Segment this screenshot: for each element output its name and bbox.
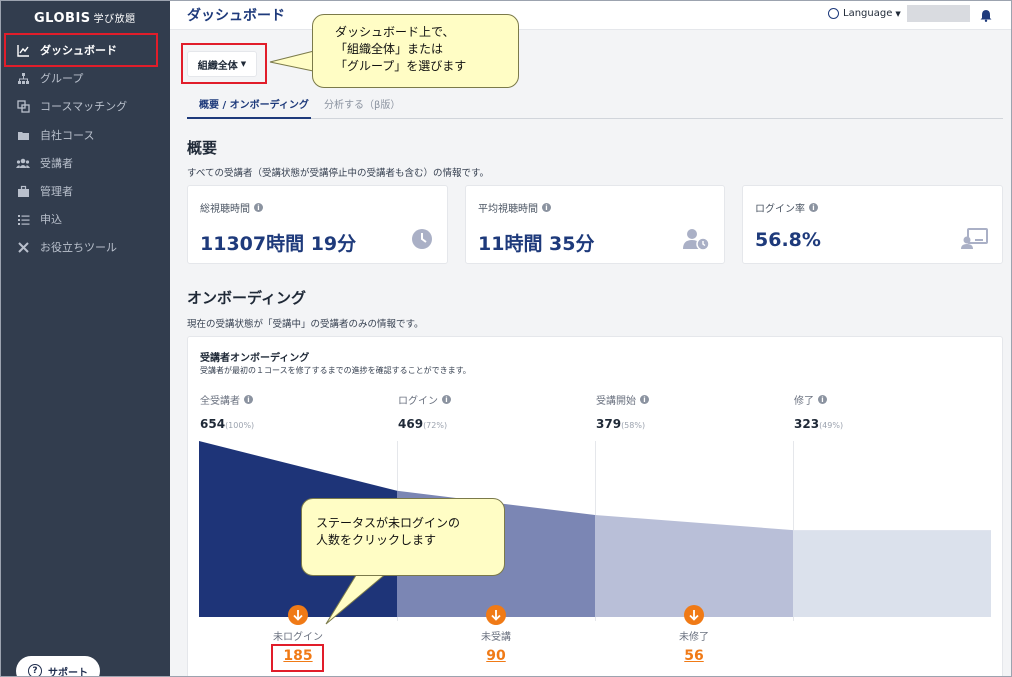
highlight-dashboard-nav: [4, 33, 158, 67]
info-icon[interactable]: i: [542, 203, 551, 212]
arrow-down-icon: [288, 605, 308, 625]
tab-analysis[interactable]: 分析する（β版）: [324, 96, 400, 119]
briefcase-icon: [16, 184, 30, 198]
hierarchy-icon: [16, 71, 30, 85]
clock-icon: [411, 228, 433, 254]
stage-login: ログイン i 469(72%): [398, 392, 451, 431]
funnel-segment-4: [793, 530, 991, 617]
bell-icon[interactable]: [980, 7, 992, 26]
sidebar-item-group[interactable]: グループ: [16, 67, 83, 89]
arrow-down-icon: [486, 605, 506, 625]
user-clock-icon: [682, 228, 710, 254]
folder-icon: [16, 128, 30, 142]
course-match-icon: [16, 99, 30, 113]
header: ダッシュボード Language ▼: [170, 0, 1012, 30]
panel-title: 受講者オンボーディング: [200, 353, 310, 364]
info-icon[interactable]: i: [809, 203, 818, 212]
arrow-down-icon: [684, 605, 704, 625]
language-selector[interactable]: Language ▼: [828, 8, 901, 19]
list-icon: [16, 212, 30, 226]
callout-bottom: ステータスが未ログインの 人数をクリックします: [301, 498, 505, 576]
card-avg-watch-time: 平均視聴時間 i 11時間 35分: [465, 185, 725, 264]
onboarding-desc: 現在の受講状態が「受講中」の受講者のみの情報です。: [187, 319, 424, 330]
onboarding-title: オンボーディング: [187, 289, 306, 307]
sidebar-item-course-matching[interactable]: コースマッチング: [16, 95, 127, 117]
info-icon[interactable]: i: [640, 395, 649, 404]
stage-all: 全受講者 i 654(100%): [200, 395, 255, 431]
page-title: ダッシュボード: [187, 8, 285, 24]
sidebar-item-tools[interactable]: お役立ちツール: [16, 236, 117, 258]
tools-icon: [16, 240, 30, 254]
tab-overview-onboarding[interactable]: 概要 / オンボーディング: [187, 96, 311, 119]
tab-bar: 概要 / オンボーディング 分析する（β版）: [187, 92, 1003, 119]
drop-value-link[interactable]: 90: [456, 648, 536, 664]
stage-completed: 修了 i 323(49%): [794, 395, 844, 431]
card-login-rate: ログイン率 i 56.8%: [742, 185, 1003, 264]
logo: GLOBIS 学び放題: [34, 11, 136, 26]
user-menu[interactable]: [907, 5, 970, 22]
highlight-org-select: [181, 43, 267, 84]
info-icon[interactable]: i: [254, 203, 263, 212]
drop-value-link[interactable]: 56: [654, 648, 734, 664]
sidebar-item-applications[interactable]: 申込: [16, 208, 62, 230]
question-icon: ?: [28, 664, 42, 677]
sidebar-item-own-course[interactable]: 自社コース: [16, 124, 94, 146]
overview-title: 概要: [187, 139, 218, 157]
users-icon: [16, 156, 30, 170]
drop-not-started: 未受講 90: [456, 605, 536, 664]
callout-pointer-top: [269, 49, 319, 73]
caret-down-icon: ▼: [895, 9, 901, 18]
info-icon[interactable]: i: [244, 395, 253, 404]
highlight-185: [271, 644, 324, 672]
stage-started: 受講開始 i 379(58%): [596, 392, 649, 431]
card-total-watch-time: 総視聴時間 i 11307時間 19分: [187, 185, 448, 264]
callout-top: ダッシュボード上で、 「組織全体」または 「グループ」を選びます: [312, 14, 519, 88]
sidebar: GLOBIS 学び放題 ダッシュボード グループ コースマッチング 自社コース 受…: [0, 0, 170, 677]
funnel-segment-3: [595, 515, 793, 617]
info-icon[interactable]: i: [442, 395, 451, 404]
overview-desc: すべての受講者（受講状態が受講停止中の受講者も含む）の情報です。: [187, 168, 490, 179]
drop-not-completed: 未修了 56: [654, 605, 734, 664]
sidebar-item-admins[interactable]: 管理者: [16, 180, 73, 202]
panel-desc: 受講者が最初の１コースを修了するまでの進捗を確認することができます。: [200, 366, 471, 375]
info-icon[interactable]: i: [818, 395, 827, 404]
globe-icon: [828, 8, 839, 19]
user-screen-icon: [960, 228, 988, 254]
sidebar-item-learners[interactable]: 受講者: [16, 152, 73, 174]
support-button[interactable]: ? サポート: [16, 656, 100, 677]
